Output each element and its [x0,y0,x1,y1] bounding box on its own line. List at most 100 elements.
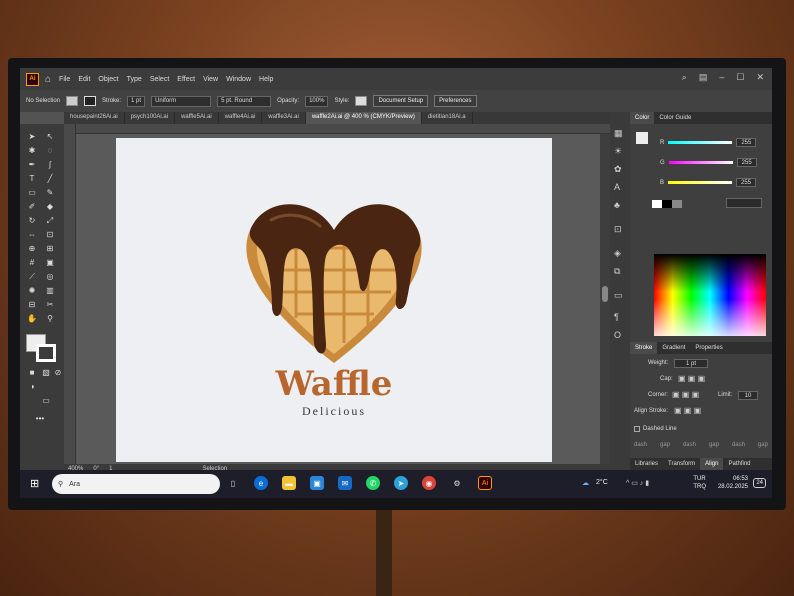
rectangle-tool-icon[interactable]: ▭ [26,188,38,197]
perspective-icon[interactable]: ⊞ [44,244,56,253]
tab-stroke[interactable]: Stroke [630,342,658,354]
graph-tool-icon[interactable]: ▥ [44,286,56,295]
character-icon[interactable]: A [614,182,620,192]
task-view-icon[interactable]: ▯ [226,476,240,490]
mail-icon[interactable]: ✉ [338,476,352,490]
artboard[interactable]: Waffle Delicious [116,138,552,462]
whatsapp-icon[interactable]: ✆ [366,476,380,490]
b-slider[interactable] [668,181,733,184]
more-tools-icon[interactable]: ••• [34,414,46,423]
selection-tool-icon[interactable]: ➤ [26,132,38,141]
layers-icon[interactable]: ◈ [614,248,621,259]
input-language[interactable]: TUR TRQ [693,475,706,491]
menu-type[interactable]: Type [127,76,142,83]
tab-color[interactable]: Color [630,112,655,124]
gradient-icon[interactable]: ▣ [44,258,56,267]
tab-pathfinder[interactable]: Pathfind [723,458,755,470]
search-icon[interactable]: ⌕ [682,72,687,83]
menu-edit[interactable]: Edit [78,76,90,83]
rotate-icon[interactable]: ↻ [26,216,38,225]
illustrator-taskbar-icon[interactable]: Ai [478,476,492,490]
r-slider[interactable] [668,141,733,144]
zoom-tool-icon[interactable]: ⚲ [44,314,56,323]
color-presets[interactable] [652,200,682,208]
tab-waffle3[interactable]: waffle3Ai.ai [262,112,306,124]
none-mode-icon[interactable]: ⊘ [52,368,64,377]
type-tool-icon[interactable]: T [26,174,38,183]
stroke-weight-field[interactable]: 1 pt [127,95,146,107]
stroke-swatch[interactable] [84,96,97,106]
notification-badge[interactable]: 24 [753,478,766,488]
dashed-checkbox[interactable] [634,426,640,432]
dashed-line-row[interactable]: Dashed Line [634,426,677,432]
menu-view[interactable]: View [203,76,218,83]
hex-field[interactable] [726,198,762,208]
tab-color-guide[interactable]: Color Guide [654,112,696,124]
tab-waffle5[interactable]: waffle5Ai.ai [175,112,219,124]
cap-buttons-icon[interactable]: ▣ ▣ ▣ [678,374,705,383]
corner-buttons-icon[interactable]: ▣ ▣ ▣ [672,390,699,399]
lasso-icon[interactable]: ◌ [44,146,56,155]
width-tool-icon[interactable]: ⇔ [26,230,38,239]
color-fill-swatch[interactable] [636,132,648,144]
brush-tool-icon[interactable]: ✎ [44,188,56,197]
free-transform-icon[interactable]: ⊡ [44,230,56,239]
close-icon[interactable]: ✕ [756,72,764,83]
brush-dropdown[interactable]: 5 pt. Round [217,95,272,107]
store-icon[interactable]: ▣ [310,476,324,490]
tray-icons[interactable]: ^ ▭ ♪ ▮ [626,479,649,487]
r-value-field[interactable]: 255 [736,138,757,147]
tab-housepaint26[interactable]: housepaint26Ai.ai [64,112,125,124]
file-explorer-icon[interactable]: ▬ [282,476,296,490]
slice-icon[interactable]: ✂ [44,300,56,309]
paragraph-icon[interactable]: ¶ [614,312,619,322]
draw-mode-icon[interactable]: ◑ [26,382,38,391]
direct-selection-tool-icon[interactable]: ↖ [44,132,56,141]
tab-libraries[interactable]: Libraries [630,458,663,470]
tab-dietitian18[interactable]: dietitian18Ai.a [422,112,473,124]
minimize-icon[interactable]: – [719,72,724,83]
opentype-icon[interactable]: O [614,330,621,340]
menu-select[interactable]: Select [150,76,169,83]
tab-properties[interactable]: Properties [690,342,727,354]
eraser-icon[interactable]: ◆ [44,202,56,211]
hand-tool-icon[interactable]: ✋ [26,314,38,323]
symbol-sprayer-icon[interactable]: ✺ [26,286,38,295]
variable-width-dropdown[interactable]: Uniform [151,95,212,107]
tab-gradient[interactable]: Gradient [657,342,690,354]
color-mode-icon[interactable]: ■ [26,368,38,377]
telegram-icon[interactable]: ➤ [394,476,408,490]
menu-help[interactable]: Help [259,76,273,83]
line-tool-icon[interactable]: ╱ [44,174,56,183]
tab-transform[interactable]: Transform [663,458,700,470]
gradient-mode-icon[interactable]: ▧ [40,368,52,377]
appearance-icon[interactable]: ☀ [614,146,622,157]
transform-icon[interactable]: ⊡ [614,224,622,235]
chrome-icon[interactable]: ◉ [422,476,436,490]
eyedropper-icon[interactable]: ⟋ [26,272,38,282]
curvature-icon[interactable]: ∫ [44,160,56,169]
properties-icon[interactable]: ▦ [614,128,623,139]
shape-builder-icon[interactable]: ⊕ [26,244,38,253]
magic-wand-icon[interactable]: ✱ [26,146,38,155]
opacity-field[interactable]: 100% [305,95,329,107]
menu-effect[interactable]: Effect [177,76,195,83]
edge-icon[interactable]: e [254,476,268,490]
preferences-button[interactable]: Preferences [434,95,477,107]
brushes-icon[interactable]: ✿ [614,164,622,175]
g-value-field[interactable]: 255 [736,158,757,167]
settings-icon[interactable]: ⚙ [450,476,464,490]
start-icon[interactable]: ⊞ [30,477,39,490]
scrollbar-thumb[interactable] [602,286,608,302]
screen-mode-icon[interactable]: ▭ [40,396,52,405]
tab-align[interactable]: Align [700,458,724,470]
vertical-scrollbar[interactable] [600,134,610,464]
menu-object[interactable]: Object [98,76,118,83]
tab-waffle2[interactable]: waffle2Ai.ai @ 400 % (CMYK/Preview) [305,112,422,124]
align-buttons-icon[interactable]: ▣ ▣ ▣ [674,406,701,415]
b-value-field[interactable]: 255 [736,178,757,187]
comments-icon[interactable]: ▭ [614,290,623,301]
menu-file[interactable]: File [59,76,70,83]
document-setup-button[interactable]: Document Setup [373,95,429,107]
clock[interactable]: 06:53 28.02.2025 [718,475,748,491]
